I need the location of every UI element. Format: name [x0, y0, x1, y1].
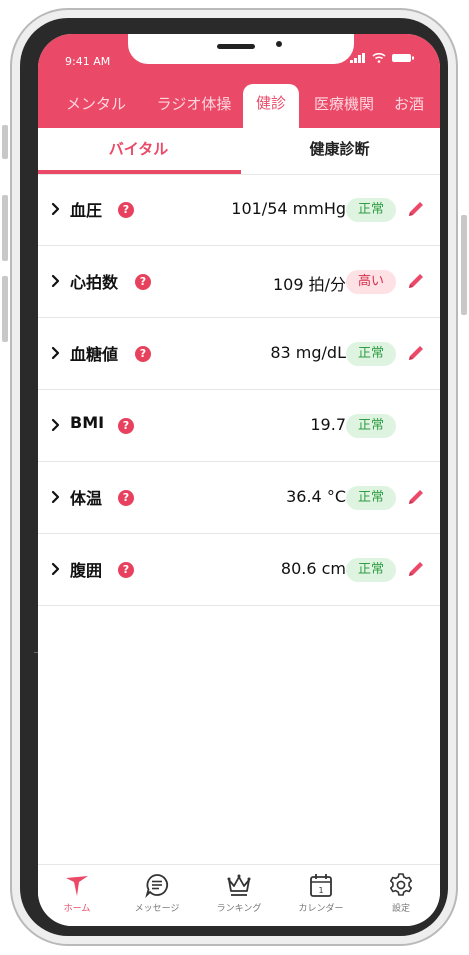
home-icon: [66, 876, 88, 896]
power-button: [461, 215, 467, 315]
chevron-right-icon[interactable]: [51, 562, 61, 576]
status-icons: [350, 53, 414, 63]
chevron-right-icon[interactable]: [51, 202, 61, 216]
status-badge: 正常: [346, 558, 396, 582]
tab-health-checkup[interactable]: 健康診断: [239, 128, 440, 174]
nav-label-message: メッセージ: [134, 904, 180, 914]
notch: [128, 34, 354, 64]
vital-value: 19.7: [310, 415, 346, 434]
nav-label-home: ホーム: [63, 904, 91, 914]
vital-value: 83 mg/dL: [270, 343, 346, 362]
mute-switch: [2, 125, 8, 159]
crown-icon: [227, 874, 251, 896]
tab-radio-exercise[interactable]: ラジオ体操: [150, 76, 238, 128]
volume-up-button: [2, 195, 8, 261]
tab-mental[interactable]: メンタル: [54, 76, 138, 128]
vital-row[interactable]: BMI? 19.7 正常: [38, 390, 440, 462]
pencil-icon[interactable]: [406, 559, 426, 579]
chevron-right-icon[interactable]: [51, 274, 61, 288]
vital-row[interactable]: 血圧? 101/54 mmHg 正常: [38, 174, 440, 246]
tab-vitals[interactable]: バイタル: [38, 128, 239, 174]
app-screen: 9:41 AM メンタル ラジオ体操 健診 医療機関 お酒 バイタル 健康診断 …: [38, 34, 440, 926]
calendar-icon: 1: [310, 874, 332, 897]
vital-value: 36.4 °C: [286, 487, 346, 506]
tab-medical-institutions[interactable]: 医療機関: [306, 76, 382, 128]
nav-item-message[interactable]: メッセージ: [122, 871, 192, 914]
chevron-right-icon[interactable]: [51, 418, 61, 432]
bottom-nav: ホーム メッセージ ランキング 1 カレンダー 設定: [38, 864, 440, 926]
nav-item-ranking[interactable]: ランキング: [204, 871, 274, 914]
vital-name: BMI: [70, 413, 105, 432]
vital-value: 109 拍/分: [272, 275, 346, 294]
speaker-grille: [217, 44, 255, 49]
help-icon[interactable]: ?: [135, 346, 151, 362]
help-icon[interactable]: ?: [118, 562, 134, 578]
vital-row[interactable]: 血糖値? 83 mg/dL 正常: [38, 318, 440, 390]
vital-name: 血圧: [70, 201, 103, 220]
tab-alcohol[interactable]: お酒: [394, 76, 440, 128]
gear-icon: [390, 873, 412, 896]
status-badge: 正常: [346, 198, 396, 222]
chevron-right-icon[interactable]: [51, 490, 61, 504]
nav-label-ranking: ランキング: [216, 904, 262, 914]
help-icon[interactable]: ?: [118, 418, 134, 434]
status-time: 9:41 AM: [65, 55, 111, 68]
vital-list: 血圧? 101/54 mmHg 正常 心拍数? 109 拍/分 高い 血糖値? 83 mg/d…: [38, 174, 440, 606]
status-bar: 9:41 AM: [38, 34, 440, 76]
battery-icon: [392, 54, 414, 62]
help-icon[interactable]: ?: [135, 274, 151, 290]
front-camera: [276, 41, 282, 47]
vital-value: 80.6 cm: [280, 559, 346, 578]
status-badge: 高い: [346, 270, 396, 294]
vital-name: 心拍数: [70, 273, 119, 292]
category-tabs: メンタル ラジオ体操 健診 医療機関 お酒: [38, 76, 440, 128]
help-icon[interactable]: ?: [118, 202, 134, 218]
status-badge: 正常: [346, 414, 396, 438]
pencil-icon[interactable]: [406, 199, 426, 219]
sub-tabs: バイタル 健康診断: [38, 128, 440, 175]
wifi-icon: [372, 53, 386, 63]
calendar-icon-day: 1: [318, 886, 323, 895]
pencil-icon[interactable]: [406, 487, 426, 507]
volume-down-button: [2, 276, 8, 342]
pencil-icon[interactable]: [406, 343, 426, 363]
nav-item-home[interactable]: ホーム: [42, 871, 112, 914]
nav-item-calendar[interactable]: 1 カレンダー: [286, 871, 356, 914]
vital-name: 血糖値: [70, 345, 119, 364]
vital-row[interactable]: 腹囲? 80.6 cm 正常: [38, 534, 440, 606]
tab-checkup[interactable]: 健診: [243, 84, 299, 128]
vital-name: 体温: [70, 489, 103, 508]
nav-label-calendar: カレンダー: [298, 904, 344, 914]
vital-name: 腹囲: [70, 561, 103, 580]
cellular-signal-icon: [350, 53, 365, 63]
help-icon[interactable]: ?: [118, 490, 134, 506]
pencil-icon[interactable]: [406, 271, 426, 291]
vital-row[interactable]: 心拍数? 109 拍/分 高い: [38, 246, 440, 318]
message-icon: [145, 874, 169, 899]
vital-row[interactable]: 体温? 36.4 °C 正常: [38, 462, 440, 534]
nav-item-settings[interactable]: 設定: [366, 871, 436, 914]
status-badge: 正常: [346, 342, 396, 366]
nav-label-settings: 設定: [391, 904, 410, 914]
status-badge: 正常: [346, 486, 396, 510]
vital-value: 101/54 mmHg: [231, 199, 346, 218]
chevron-right-icon[interactable]: [51, 346, 61, 360]
